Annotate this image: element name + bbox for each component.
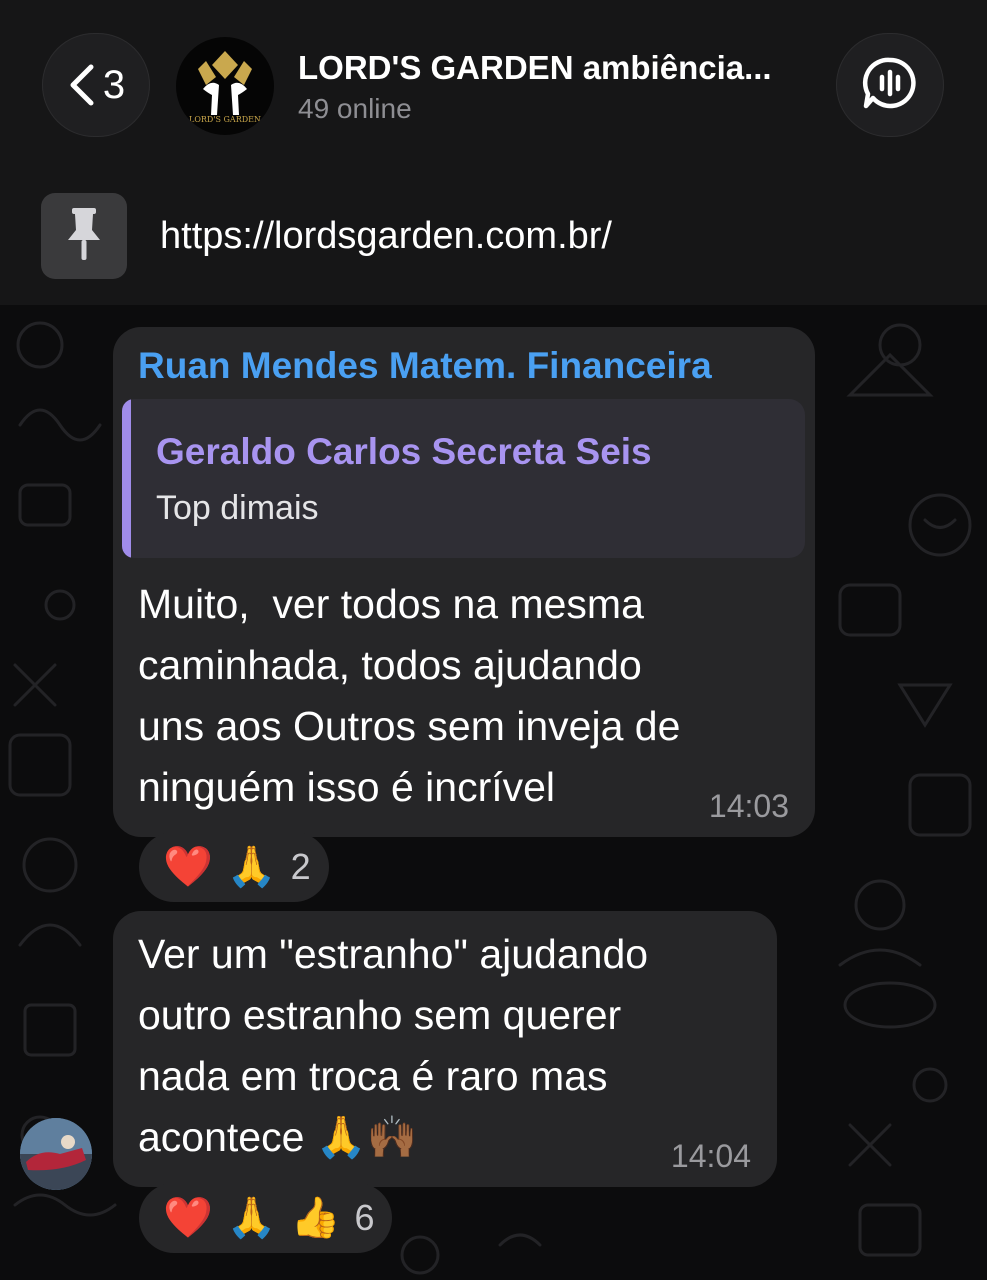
logo-text: LORD'S GARDEN — [189, 115, 261, 124]
group-avatar[interactable]: LORD'S GARDEN — [176, 37, 274, 135]
message-bubble[interactable]: Ver um "estranho" ajudando outro estranh… — [113, 911, 777, 1187]
message-text: Muito, ver todos na mesma caminhada, tod… — [138, 581, 681, 810]
pray-reaction[interactable]: 🙏 — [227, 847, 277, 887]
reactions-bar[interactable]: ❤️ 🙏 👍 6 — [139, 1183, 393, 1253]
reply-quote[interactable]: Geraldo Carlos Secreta Seis Top dimais — [122, 399, 805, 558]
chat-title[interactable]: LORD'S GARDEN ambiência... — [298, 49, 818, 87]
pray-reaction[interactable]: 🙏 — [227, 1198, 277, 1238]
reply-sender-name: Geraldo Carlos Secreta Seis — [156, 431, 652, 472]
message-time: 14:04 — [670, 1138, 751, 1174]
sender-avatar[interactable] — [20, 1118, 92, 1190]
voice-chat-button[interactable] — [836, 33, 944, 137]
back-button[interactable]: 3 — [42, 33, 150, 137]
reply-accent-bar — [122, 399, 131, 558]
message-time: 14:03 — [708, 788, 789, 824]
thumbs-up-reaction[interactable]: 👍 — [291, 1198, 341, 1238]
heart-reaction[interactable]: ❤️ — [163, 847, 213, 887]
pinned-message-icon-box[interactable] — [41, 193, 127, 279]
voice-chat-icon — [862, 55, 918, 116]
message-bubble[interactable]: Ruan Mendes Matem. Financeira Geraldo Ca… — [113, 327, 815, 837]
online-status: 49 online — [298, 93, 412, 124]
reaction-count: 2 — [290, 846, 311, 887]
unread-count: 3 — [102, 62, 126, 107]
reply-text: Top dimais — [156, 489, 319, 527]
sender-name[interactable]: Ruan Mendes Matem. Financeira — [138, 345, 712, 387]
chat-header: 3 LORD'S GARDEN LORD'S GARDEN ambiência.… — [0, 0, 987, 305]
heart-reaction[interactable]: ❤️ — [163, 1198, 213, 1238]
lords-garden-logo: LORD'S GARDEN — [189, 51, 261, 124]
chevron-left-icon — [67, 63, 97, 107]
message-text: Ver um "estranho" ajudando outro estranh… — [138, 931, 649, 1160]
reaction-count: 6 — [354, 1197, 375, 1238]
reactions-bar[interactable]: ❤️ 🙏 2 — [139, 832, 329, 902]
pinned-message-text[interactable]: https://lordsgarden.com.br/ — [160, 215, 612, 258]
pin-icon — [62, 206, 106, 267]
